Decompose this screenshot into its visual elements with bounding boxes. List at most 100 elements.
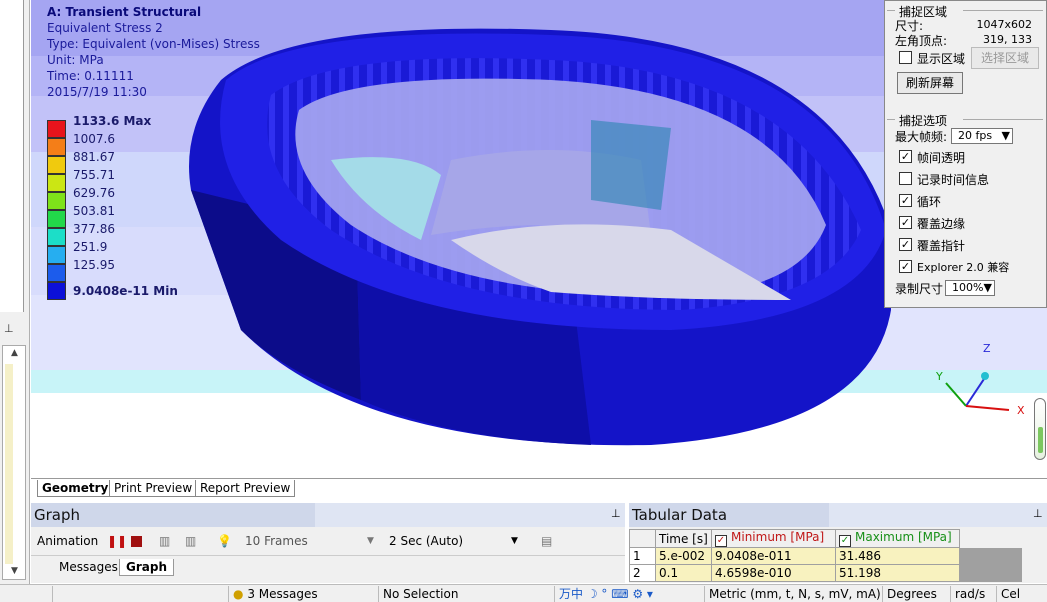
legend-label: 1133.6 Max bbox=[73, 114, 152, 128]
row-number: 1 bbox=[629, 547, 656, 565]
fps-value: 20 fps bbox=[958, 129, 993, 142]
ime-mode: 万中 bbox=[559, 587, 584, 601]
table-row[interactable]: 2 0.1 4.6598e-010 51.198 bbox=[629, 564, 1022, 582]
option-checkbox[interactable]: ✓ bbox=[899, 260, 912, 273]
show-area-checkbox[interactable] bbox=[899, 51, 912, 64]
cell-time[interactable]: 5.e-002 bbox=[655, 547, 712, 565]
pin-icon[interactable]: ⊥ bbox=[611, 507, 621, 520]
tab-messages[interactable]: Messages bbox=[53, 559, 124, 575]
record-size-select[interactable]: 100% ▼ bbox=[945, 280, 995, 296]
legend-swatch bbox=[47, 156, 66, 174]
show-area-label: 显示区域 bbox=[917, 52, 966, 66]
option-checkbox[interactable]: ✓ bbox=[899, 238, 912, 251]
record-size-value: 100% bbox=[952, 281, 984, 294]
stop-icon[interactable] bbox=[131, 536, 142, 547]
select-area-button[interactable]: 选择区域 bbox=[971, 47, 1039, 69]
legend-swatch bbox=[47, 120, 66, 138]
rate-unit[interactable]: rad/s bbox=[950, 586, 996, 602]
tab-geometry[interactable]: Geometry bbox=[37, 480, 114, 497]
option-label: Explorer 2.0 兼容 bbox=[917, 261, 1010, 274]
legend-swatch bbox=[47, 228, 66, 246]
chevron-down-icon: ▼ bbox=[1001, 129, 1010, 142]
legend-swatch bbox=[47, 138, 66, 156]
animation-label: Animation bbox=[37, 534, 99, 548]
chevron-down-icon[interactable]: ▼ bbox=[511, 530, 518, 552]
lightbulb-icon[interactable]: 💡 bbox=[217, 530, 232, 552]
graph-panel: Graph ⊥ Animation ❚❚ ▥ ▥ 💡 10 Frames ▼ 2… bbox=[31, 503, 625, 583]
group-title: 捕捉选项 bbox=[899, 114, 948, 128]
angle-unit[interactable]: Degrees bbox=[882, 586, 950, 602]
legend-label: 1007.6 bbox=[73, 132, 115, 146]
cell-maximum[interactable]: 31.486 bbox=[835, 547, 960, 565]
pin-icon[interactable]: ⊥ bbox=[1033, 507, 1043, 520]
legend-swatch bbox=[47, 246, 66, 264]
message-icon: ● bbox=[233, 587, 244, 601]
legend-swatch bbox=[47, 210, 66, 228]
legend-label: 755.71 bbox=[73, 168, 115, 182]
result-unit: Unit: MPa bbox=[47, 53, 104, 67]
column-header[interactable]: ✓ Minimum [MPa] bbox=[711, 529, 836, 548]
messages-status[interactable]: ● 3 Messages bbox=[228, 586, 378, 602]
pin-icon[interactable]: ⊥ bbox=[4, 322, 14, 335]
legend-label: 251.9 bbox=[73, 240, 108, 254]
capture-panel: 捕捉区域 尺寸: 1047x602 左角顶点: 319, 133 显示区域 选择… bbox=[884, 0, 1047, 308]
option-label: 循环 bbox=[917, 195, 942, 209]
refresh-screen-button[interactable]: 刷新屏幕 bbox=[897, 72, 963, 94]
left-panel-tree bbox=[0, 0, 24, 312]
tab-report-preview[interactable]: Report Preview bbox=[195, 480, 296, 497]
ime-toolbar[interactable]: 万中 ☽ ° ⌨ ⚙ ▾ bbox=[554, 586, 704, 602]
unit-system[interactable]: Metric (mm, t, N, s, mV, mA) bbox=[704, 586, 882, 602]
column-header[interactable]: ✓ Maximum [MPa] bbox=[835, 529, 960, 548]
chevron-down-icon[interactable]: ▼ bbox=[367, 530, 374, 552]
tab-graph[interactable]: Graph bbox=[119, 559, 174, 576]
fps-select[interactable]: 20 fps ▼ bbox=[951, 128, 1013, 144]
option-label: 覆盖边缘 bbox=[917, 217, 966, 231]
cell-minimum[interactable]: 4.6598e-010 bbox=[711, 564, 836, 582]
column-header[interactable]: Time [s] bbox=[655, 529, 712, 548]
view-scroll-knob[interactable] bbox=[1034, 398, 1046, 460]
frames-select[interactable]: 10 Frames bbox=[245, 530, 308, 552]
column-header-label: Maximum [MPa] bbox=[855, 530, 952, 544]
option-checkbox[interactable]: ✓ bbox=[899, 150, 912, 163]
axis-x-label: X bbox=[1017, 404, 1025, 417]
axis-triad[interactable]: Z Y X bbox=[931, 338, 1041, 428]
cell-minimum[interactable]: 9.0408e-011 bbox=[711, 547, 836, 565]
left-panel-strip: ⊥ ▲ ▼ bbox=[0, 0, 30, 602]
result-type: Type: Equivalent (von-Mises) Stress bbox=[47, 37, 260, 51]
animation-toolbar: Animation ❚❚ ▥ ▥ 💡 10 Frames ▼ 2 Sec (Au… bbox=[35, 530, 555, 552]
scroll-down-icon[interactable]: ▼ bbox=[11, 566, 18, 576]
option-checkbox[interactable]: ✓ bbox=[899, 216, 912, 229]
frame-grid-icon[interactable]: ▥ bbox=[159, 530, 170, 552]
frame-grid-icon[interactable]: ▥ bbox=[185, 530, 196, 552]
fps-label: 最大帧频: bbox=[895, 130, 948, 144]
status-empty bbox=[52, 586, 228, 602]
option-checkbox[interactable] bbox=[899, 172, 912, 185]
status-bar: ● 3 Messages No Selection 万中 ☽ ° ⌨ ⚙ ▾ M… bbox=[0, 584, 1047, 602]
legend-label: 377.86 bbox=[73, 222, 115, 236]
pause-icon[interactable]: ❚❚ bbox=[107, 530, 127, 552]
column-header-label: Minimum [MPa] bbox=[731, 530, 825, 544]
option-checkbox[interactable]: ✓ bbox=[899, 194, 912, 207]
details-strip bbox=[5, 364, 13, 564]
graph-bottom-tabs: Messages Graph bbox=[31, 555, 625, 583]
duration-select[interactable]: 2 Sec (Auto) bbox=[389, 530, 463, 552]
tab-print-preview[interactable]: Print Preview bbox=[109, 480, 198, 497]
cell-maximum[interactable]: 51.198 bbox=[835, 564, 960, 582]
legend-swatch bbox=[47, 192, 66, 210]
selection-status: No Selection bbox=[378, 586, 554, 602]
cell-time[interactable]: 0.1 bbox=[655, 564, 712, 582]
size-value: 1047x602 bbox=[976, 18, 1033, 31]
legend-swatch bbox=[47, 282, 66, 300]
column-checkbox[interactable]: ✓ bbox=[839, 535, 851, 547]
temperature-unit[interactable]: Cel bbox=[996, 586, 1047, 602]
table-row[interactable]: 1 5.e-002 9.0408e-011 31.486 bbox=[629, 547, 1022, 565]
analysis-title: A: Transient Structural bbox=[47, 5, 202, 19]
scroll-up-icon[interactable]: ▲ bbox=[11, 348, 18, 358]
tabular-data-panel: Tabular Data ⊥ Time [s] ✓ Minimum [MPa] ✓… bbox=[629, 503, 1047, 583]
left-details-scrollbar[interactable]: ▲ ▼ bbox=[2, 345, 26, 580]
axis-z-label: Z bbox=[983, 342, 991, 355]
export-icon[interactable]: ▤ bbox=[541, 530, 552, 552]
option-label: 记录时间信息 bbox=[917, 173, 990, 187]
column-checkbox[interactable]: ✓ bbox=[715, 535, 727, 547]
legend-label: 503.81 bbox=[73, 204, 115, 218]
